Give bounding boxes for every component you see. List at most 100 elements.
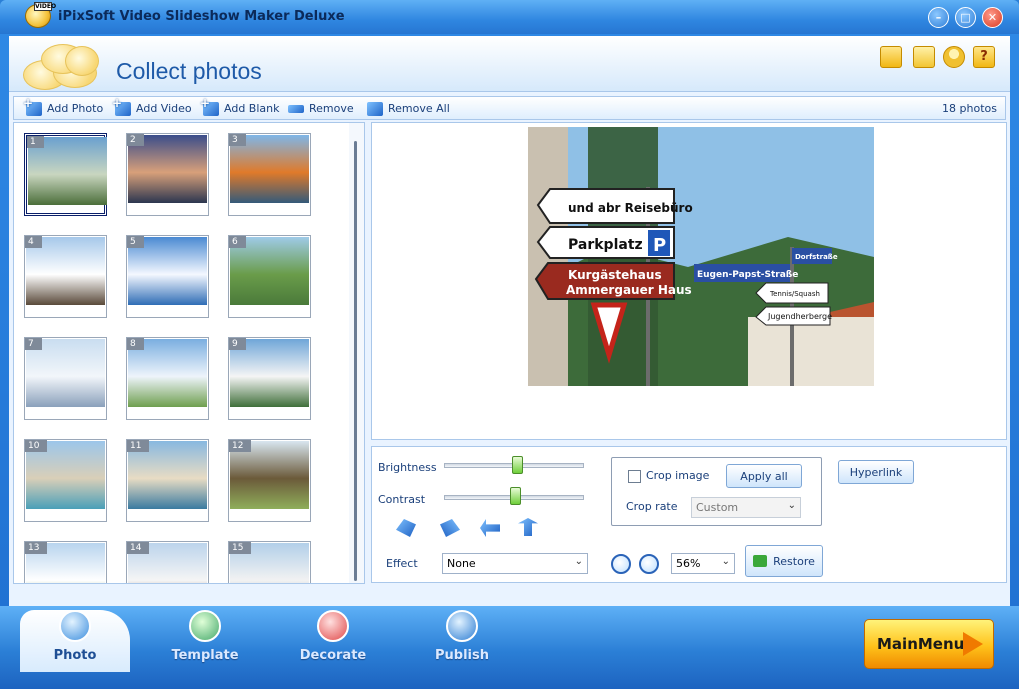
user-icon[interactable] xyxy=(943,46,965,68)
flip-horizontal-icon[interactable] xyxy=(480,519,500,537)
help-icon[interactable]: ? xyxy=(973,46,995,68)
main-menu-button[interactable]: MainMenu xyxy=(864,619,994,669)
thumbnail-panel: 1 2 3 4 5 6 7 8 9 10 11 12 13 14 15 xyxy=(13,122,365,584)
effect-label: Effect xyxy=(386,557,418,570)
sign-kurgaestehaus: Kurgästehaus xyxy=(568,268,662,282)
photo-thumbnail[interactable]: 3 xyxy=(228,133,311,216)
app-icon-badge: VIDEO xyxy=(34,2,57,11)
photo-thumbnail[interactable]: 14 xyxy=(126,541,209,583)
sign-parkplatz: Parkplatz xyxy=(568,237,643,253)
photo-thumbnail[interactable]: 12 xyxy=(228,439,311,522)
hyperlink-button[interactable]: Hyperlink xyxy=(838,460,914,484)
title-bar[interactable]: VIDEO iPixSoft Video Slideshow Maker Del… xyxy=(0,0,1019,34)
flip-vertical-icon[interactable] xyxy=(518,518,538,536)
crop-rate-label: Crop rate xyxy=(626,500,678,513)
apply-all-button[interactable]: Apply all xyxy=(726,464,802,488)
restore-button[interactable]: Restore xyxy=(745,545,823,577)
save-icon[interactable] xyxy=(913,46,935,68)
thumbnail-number: 9 xyxy=(229,338,246,350)
add-blank-label: Add Blank xyxy=(224,102,280,115)
thumbnail-number: 3 xyxy=(229,134,246,146)
photo-thumbnail[interactable]: 4 xyxy=(24,235,107,318)
tab-photo[interactable]: Photo xyxy=(20,610,130,672)
thumbnail-number: 1 xyxy=(27,136,44,148)
add-video-button[interactable]: Add Video xyxy=(112,96,192,117)
photo-thumbnail[interactable]: 11 xyxy=(126,439,209,522)
tab-decorate-label: Decorate xyxy=(299,648,367,663)
window-title: iPixSoft Video Slideshow Maker Deluxe xyxy=(58,9,345,24)
photo-thumbnail[interactable]: 9 xyxy=(228,337,311,420)
tab-publish[interactable]: Publish xyxy=(407,610,517,672)
photo-icon xyxy=(59,610,91,642)
crop-image-label: Crop image xyxy=(646,469,710,482)
remove-label: Remove xyxy=(309,102,354,115)
thumbnail-number: 15 xyxy=(229,542,252,554)
thumbnail-grid: 1 2 3 4 5 6 7 8 9 10 11 12 13 14 15 xyxy=(24,133,324,583)
brightness-slider-thumb[interactable] xyxy=(511,456,523,474)
crop-image-checkbox[interactable] xyxy=(628,470,641,483)
add-photo-button[interactable]: Add Photo xyxy=(23,96,103,117)
thumbnail-number: 8 xyxy=(127,338,144,350)
remove-all-icon xyxy=(367,101,383,116)
thumbnail-number: 10 xyxy=(25,440,48,452)
rotate-right-icon[interactable] xyxy=(440,519,460,537)
sign-ammergauer: Ammergauer Haus xyxy=(566,283,692,297)
thumbnail-number: 5 xyxy=(127,236,144,248)
photo-thumbnail[interactable]: 13 xyxy=(24,541,107,583)
main-menu-label: MainMenu xyxy=(877,635,965,653)
preview-photo: und abr Reisebüro Parkplatz P Kurgästeha… xyxy=(528,127,874,386)
photo-thumbnail[interactable]: 5 xyxy=(126,235,209,318)
tab-template[interactable]: Template xyxy=(150,610,260,672)
brand-logo xyxy=(13,40,105,90)
close-button[interactable]: ✕ xyxy=(982,7,1003,28)
photo-thumbnail[interactable]: 15 xyxy=(228,541,311,583)
tab-photo-label: Photo xyxy=(53,648,97,663)
maximize-button[interactable]: □ xyxy=(955,7,976,28)
photo-thumbnail[interactable]: 6 xyxy=(228,235,311,318)
thumbnail-number: 13 xyxy=(25,542,48,554)
app-window: VIDEO iPixSoft Video Slideshow Maker Del… xyxy=(0,0,1019,689)
chevron-down-icon: ⌄ xyxy=(787,500,796,511)
sign-reiseburo: und abr Reisebüro xyxy=(568,201,693,215)
restore-icon xyxy=(753,555,768,567)
zoom-select[interactable]: 56% ⌄ xyxy=(671,553,735,574)
add-blank-icon xyxy=(200,96,219,116)
contrast-label: Contrast xyxy=(378,493,426,506)
remove-icon xyxy=(288,104,304,113)
tab-publish-label: Publish xyxy=(435,648,489,663)
sign-dorfstrasse: Dorfstraße xyxy=(795,253,838,261)
sign-jugendherberge: Jugendherberge xyxy=(767,312,832,321)
photo-thumbnail[interactable]: 8 xyxy=(126,337,209,420)
scrollbar-thumb[interactable] xyxy=(354,141,357,581)
restore-label: Restore xyxy=(773,554,815,568)
contrast-slider-thumb[interactable] xyxy=(510,487,522,505)
add-blank-button[interactable]: Add Blank xyxy=(200,96,280,117)
crop-groupbox: Crop image Apply all Crop rate Custom ⌄ xyxy=(611,457,822,526)
remove-all-button[interactable]: Remove All xyxy=(367,100,450,117)
zoom-in-icon[interactable] xyxy=(611,554,631,574)
photo-toolbar: Add Photo Add Video Add Blank Remove Rem… xyxy=(13,96,1006,120)
app-logo-icon: VIDEO xyxy=(25,2,57,28)
remove-button[interactable]: Remove xyxy=(288,100,354,117)
thumbnail-number: 11 xyxy=(127,440,150,452)
thumbnail-number: 12 xyxy=(229,440,252,452)
sign-eugen-papst: Eugen-Papst-Straße xyxy=(697,270,798,280)
preview-image: und abr Reisebüro Parkplatz P Kurgästeha… xyxy=(528,127,874,386)
add-video-icon xyxy=(112,96,131,116)
chevron-down-icon: ⌄ xyxy=(721,556,730,567)
photo-thumbnail[interactable]: 2 xyxy=(126,133,209,216)
thumbnail-number: 14 xyxy=(127,542,150,554)
photo-thumbnail[interactable]: 10 xyxy=(24,439,107,522)
tab-decorate[interactable]: Decorate xyxy=(278,610,388,672)
photo-thumbnail[interactable]: 7 xyxy=(24,337,107,420)
effect-select[interactable]: None ⌄ xyxy=(442,553,588,574)
crop-rate-select[interactable]: Custom ⌄ xyxy=(691,497,801,518)
zoom-value: 56% xyxy=(676,557,701,570)
remove-all-label: Remove All xyxy=(388,102,450,115)
minimize-button[interactable]: – xyxy=(928,7,949,28)
main-content: Collect photos ? Add Photo Add Video Add… xyxy=(9,36,1010,606)
photo-thumbnail[interactable]: 1 xyxy=(24,133,107,216)
zoom-out-icon[interactable] xyxy=(639,554,659,574)
folder-icon[interactable] xyxy=(880,46,902,68)
rotate-left-icon[interactable] xyxy=(396,519,416,537)
